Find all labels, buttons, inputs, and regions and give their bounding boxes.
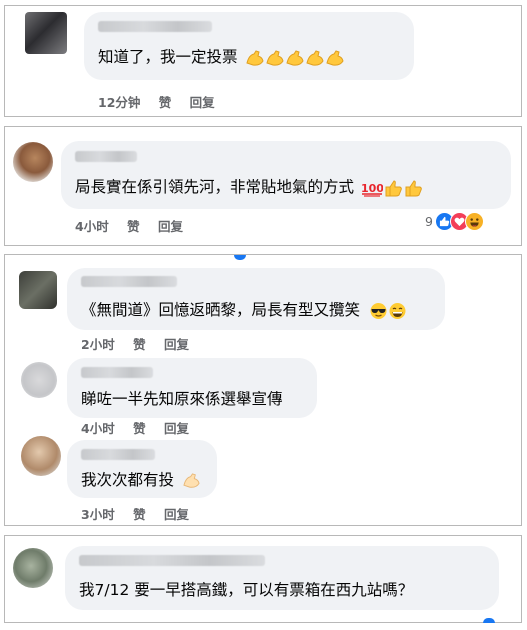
- comment-bubble[interactable]: 局長實在係引領先河，非常貼地氣的方式 100: [61, 141, 511, 209]
- avatar[interactable]: [21, 436, 61, 476]
- comment-text-content: 睇咗一半先知原來係選舉宣傳: [81, 390, 283, 408]
- comment-time[interactable]: 12分钟: [98, 95, 140, 110]
- reply-button[interactable]: 回复: [164, 421, 189, 436]
- comment-bubble[interactable]: 我7/12 要一早搭高鐵，可以有票箱在西九站嗎？: [65, 546, 499, 610]
- comment-meta: 4小时 赞 回复: [75, 216, 197, 235]
- comment-text: 知道了，我一定投票: [98, 47, 345, 67]
- comment-text-content: 我次次都有投: [81, 471, 175, 489]
- sunglasses-face-icon: [370, 302, 387, 319]
- reply-button[interactable]: 回复: [190, 95, 215, 110]
- svg-text:100: 100: [361, 182, 383, 195]
- flexed-biceps-icon: [246, 49, 264, 66]
- comment-card: 《無間道》回憶返晒黎，局長有型又攬笑 2小时 赞 回复 睇咗一半先知原來係選舉宣…: [4, 254, 522, 526]
- reply-button[interactable]: 回复: [164, 337, 189, 352]
- thumbs-up-icon: [405, 179, 422, 196]
- comment-text-content: 《無間道》回憶返晒黎，局長有型又攬笑: [81, 301, 361, 319]
- flexed-biceps-icon: [266, 49, 284, 66]
- hundred-points-icon: 100: [361, 182, 383, 197]
- thumbs-up-icon: [385, 179, 402, 196]
- reaction-count: 9: [425, 214, 433, 229]
- comment-meta: 3小时 赞 回复: [81, 504, 203, 523]
- comment-text-content: 局長實在係引領先河，非常貼地氣的方式: [75, 178, 355, 196]
- like-button[interactable]: 赞: [133, 507, 146, 522]
- avatar[interactable]: [25, 12, 67, 54]
- haha-reaction-icon: [464, 212, 484, 231]
- comment-bubble[interactable]: 知道了，我一定投票: [84, 12, 414, 80]
- reply-button[interactable]: 回复: [158, 219, 183, 234]
- comment-text: 我次次都有投: [81, 470, 201, 490]
- commenter-name[interactable]: [79, 555, 265, 566]
- reaction-indicator: [234, 255, 246, 260]
- commenter-name[interactable]: [75, 151, 137, 162]
- flexed-biceps-icon: [326, 49, 344, 66]
- commenter-name[interactable]: [81, 449, 155, 460]
- emoji-row: [177, 471, 201, 489]
- avatar[interactable]: [13, 142, 53, 182]
- emoji-row: [364, 301, 407, 319]
- commenter-name[interactable]: [81, 367, 153, 378]
- reaction-summary[interactable]: 9: [425, 212, 484, 231]
- avatar[interactable]: [21, 362, 57, 398]
- emoji-row: [241, 48, 346, 66]
- comment-meta: 4小时 赞 回复: [81, 418, 203, 437]
- comment-card: 局長實在係引領先河，非常貼地氣的方式 100 4小时 赞 回复 9: [4, 126, 522, 246]
- comment-bubble[interactable]: 睇咗一半先知原來係選舉宣傳: [67, 358, 317, 418]
- like-button[interactable]: 赞: [159, 95, 172, 110]
- reaction-indicator: [483, 618, 495, 623]
- comment-text: 我7/12 要一早搭高鐵，可以有票箱在西九站嗎？: [79, 580, 413, 600]
- comment-text-content: 我7/12 要一早搭高鐵，可以有票箱在西九站嗎？: [79, 581, 414, 599]
- emoji-row: 100: [356, 178, 423, 197]
- flexed-biceps-icon: [286, 49, 304, 66]
- comment-card: 知道了，我一定投票 12分钟 赞 回复: [4, 5, 522, 117]
- commenter-name[interactable]: [98, 21, 212, 32]
- flexed-biceps-icon: [183, 473, 200, 488]
- avatar[interactable]: [13, 548, 53, 588]
- comment-meta: 12分钟 赞 回复: [98, 92, 229, 111]
- like-button[interactable]: 赞: [133, 337, 146, 352]
- comment-text: 局長實在係引領先河，非常貼地氣的方式 100: [75, 177, 423, 197]
- comment-text: 睇咗一半先知原來係選舉宣傳: [81, 389, 283, 409]
- like-button[interactable]: 赞: [127, 219, 140, 234]
- comment-time[interactable]: 3小时: [81, 507, 115, 522]
- comment-time[interactable]: 2小时: [81, 337, 115, 352]
- avatar[interactable]: [19, 271, 57, 309]
- comment-meta: 2小时 赞 回复: [81, 334, 203, 353]
- grinning-face-icon: [389, 302, 406, 319]
- commenter-name[interactable]: [81, 276, 177, 287]
- comment-bubble[interactable]: 我次次都有投: [67, 440, 217, 498]
- comment-text: 《無間道》回憶返晒黎，局長有型又攬笑: [81, 300, 407, 320]
- comment-time[interactable]: 4小时: [81, 421, 115, 436]
- comment-bubble[interactable]: 《無間道》回憶返晒黎，局長有型又攬笑: [67, 268, 445, 330]
- comment-time[interactable]: 4小时: [75, 219, 109, 234]
- comment-text-content: 知道了，我一定投票: [98, 48, 238, 66]
- flexed-biceps-icon: [306, 49, 324, 66]
- reply-button[interactable]: 回复: [164, 507, 189, 522]
- like-button[interactable]: 赞: [133, 421, 146, 436]
- comment-card: 我7/12 要一早搭高鐵，可以有票箱在西九站嗎？: [4, 535, 522, 623]
